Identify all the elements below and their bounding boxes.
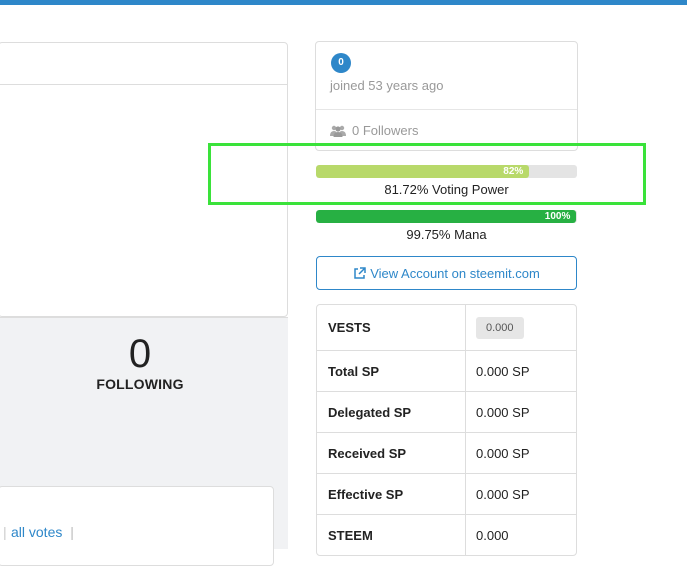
all-votes-nav: | all votes | — [3, 524, 74, 540]
top-navbar — [0, 0, 687, 5]
following-stat[interactable]: 0 FOLLOWING — [90, 332, 190, 392]
table-row: Delegated SP 0.000 SP — [317, 391, 576, 432]
account-table: VESTS 0.000 Total SP 0.000 SP Delegated … — [316, 304, 577, 556]
vests-badge: 0.000 — [476, 316, 524, 339]
followers-count: 0 Followers — [352, 123, 419, 138]
following-label: FOLLOWING — [96, 376, 184, 392]
profile-card: 0 joined 53 years ago 0 Followers — [315, 41, 578, 151]
table-value: 0.000 SP — [476, 486, 530, 502]
table-value: 0.000 SP — [476, 445, 530, 461]
table-row: Received SP 0.000 SP — [317, 432, 576, 473]
nav-separator: | — [70, 524, 74, 540]
table-value: 0.000 — [476, 527, 509, 543]
table-key: Received SP — [317, 433, 466, 473]
mana-bar: 100% — [316, 210, 577, 223]
reputation-badge: 0 — [331, 53, 351, 73]
divider — [316, 109, 577, 110]
highlight-box — [208, 143, 646, 205]
nav-separator: | — [3, 524, 7, 540]
table-row: VESTS 0.000 — [317, 305, 576, 350]
table-row: Effective SP 0.000 SP — [317, 473, 576, 514]
table-key: VESTS — [317, 305, 466, 350]
external-link-icon — [354, 266, 366, 279]
mana-fill: 100% — [316, 210, 577, 223]
table-key: STEEM — [317, 515, 466, 555]
votes-card: | all votes | — [0, 486, 274, 566]
table-value: 0.000 SP — [476, 363, 530, 379]
view-account-button[interactable]: View Account on steemit.com — [316, 256, 577, 290]
table-row: STEEM 0.000 — [317, 514, 576, 555]
users-icon — [330, 125, 346, 137]
profile-header-bar — [0, 43, 287, 85]
table-row: Total SP 0.000 SP — [317, 350, 576, 391]
table-key: Total SP — [317, 351, 466, 391]
mana-percent: 100% — [544, 211, 571, 222]
table-value: 0.000 — [466, 305, 576, 350]
mana-text: 99.75% Mana — [406, 227, 487, 242]
table-key: Delegated SP — [317, 392, 466, 432]
view-account-label: View Account on steemit.com — [370, 265, 540, 281]
table-value: 0.000 SP — [476, 404, 530, 420]
following-count: 0 — [128, 332, 152, 376]
all-votes-link[interactable]: all votes — [11, 524, 62, 540]
followers-link[interactable]: 0 Followers — [330, 123, 418, 138]
joined-text: joined 53 years ago — [330, 78, 444, 93]
table-key: Effective SP — [317, 474, 466, 514]
